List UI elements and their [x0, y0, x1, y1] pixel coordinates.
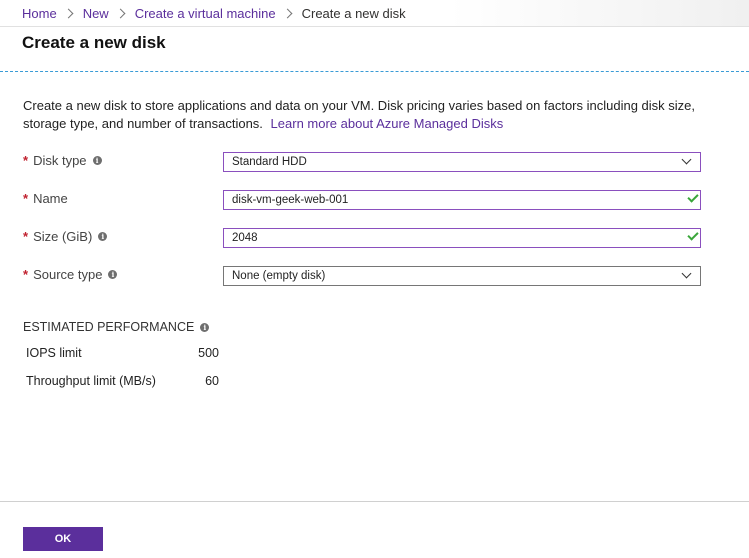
breadcrumb-create-vm[interactable]: Create a virtual machine	[135, 6, 276, 21]
disk-type-label-row: * Disk type i	[23, 153, 102, 168]
footer-divider	[0, 501, 749, 502]
source-type-label: Source type	[33, 267, 103, 282]
source-type-label-row: * Source type i	[23, 267, 118, 282]
iops-limit-label: IOPS limit	[26, 346, 82, 360]
chevron-right-icon	[282, 8, 293, 19]
top-bar: Home New Create a virtual machine Create…	[0, 0, 749, 27]
name-input[interactable]: disk-vm-geek-web-001	[223, 190, 701, 210]
chevron-right-icon	[115, 8, 126, 19]
iops-limit-value: 500	[198, 346, 219, 360]
size-label: Size (GiB)	[33, 229, 93, 244]
name-label: Name	[33, 191, 68, 206]
page-description: Create a new disk to store applications …	[23, 97, 723, 133]
chevron-down-icon	[681, 154, 692, 165]
checkmark-icon	[687, 191, 699, 203]
chevron-down-icon	[681, 268, 692, 279]
info-icon[interactable]: i	[98, 232, 108, 241]
header-divider	[0, 71, 749, 72]
name-label-row: * Name	[23, 191, 68, 206]
info-icon[interactable]: i	[108, 270, 118, 279]
source-type-dropdown[interactable]: None (empty disk)	[223, 266, 701, 286]
name-value: disk-vm-geek-web-001	[232, 194, 349, 206]
breadcrumb: Home New Create a virtual machine Create…	[22, 6, 406, 21]
required-marker: *	[23, 191, 29, 206]
ok-button[interactable]: OK	[23, 527, 103, 551]
chevron-right-icon	[63, 8, 74, 19]
learn-more-link[interactable]: Learn more about Azure Managed Disks	[271, 116, 504, 131]
checkmark-icon	[687, 229, 699, 241]
info-icon[interactable]: i	[200, 322, 210, 332]
estimated-performance-heading: ESTIMATED PERFORMANCE i	[23, 320, 210, 334]
required-marker: *	[23, 153, 29, 168]
breadcrumb-new[interactable]: New	[83, 6, 109, 21]
disk-type-dropdown[interactable]: Standard HDD	[223, 152, 701, 172]
disk-type-value: Standard HDD	[232, 156, 307, 168]
size-label-row: * Size (GiB) i	[23, 229, 108, 244]
page-title: Create a new disk	[22, 33, 166, 52]
size-value: 2048	[232, 232, 258, 244]
breadcrumb-home[interactable]: Home	[22, 6, 57, 21]
source-type-value: None (empty disk)	[232, 270, 326, 282]
breadcrumb-current: Create a new disk	[301, 6, 406, 21]
info-icon[interactable]: i	[92, 156, 102, 165]
size-input[interactable]: 2048	[223, 228, 701, 248]
disk-type-label: Disk type	[33, 153, 87, 168]
performance-title: ESTIMATED PERFORMANCE	[23, 320, 195, 334]
required-marker: *	[23, 267, 29, 282]
throughput-limit-label: Throughput limit (MB/s)	[26, 374, 156, 388]
required-marker: *	[23, 229, 29, 244]
throughput-limit-value: 60	[205, 374, 219, 388]
